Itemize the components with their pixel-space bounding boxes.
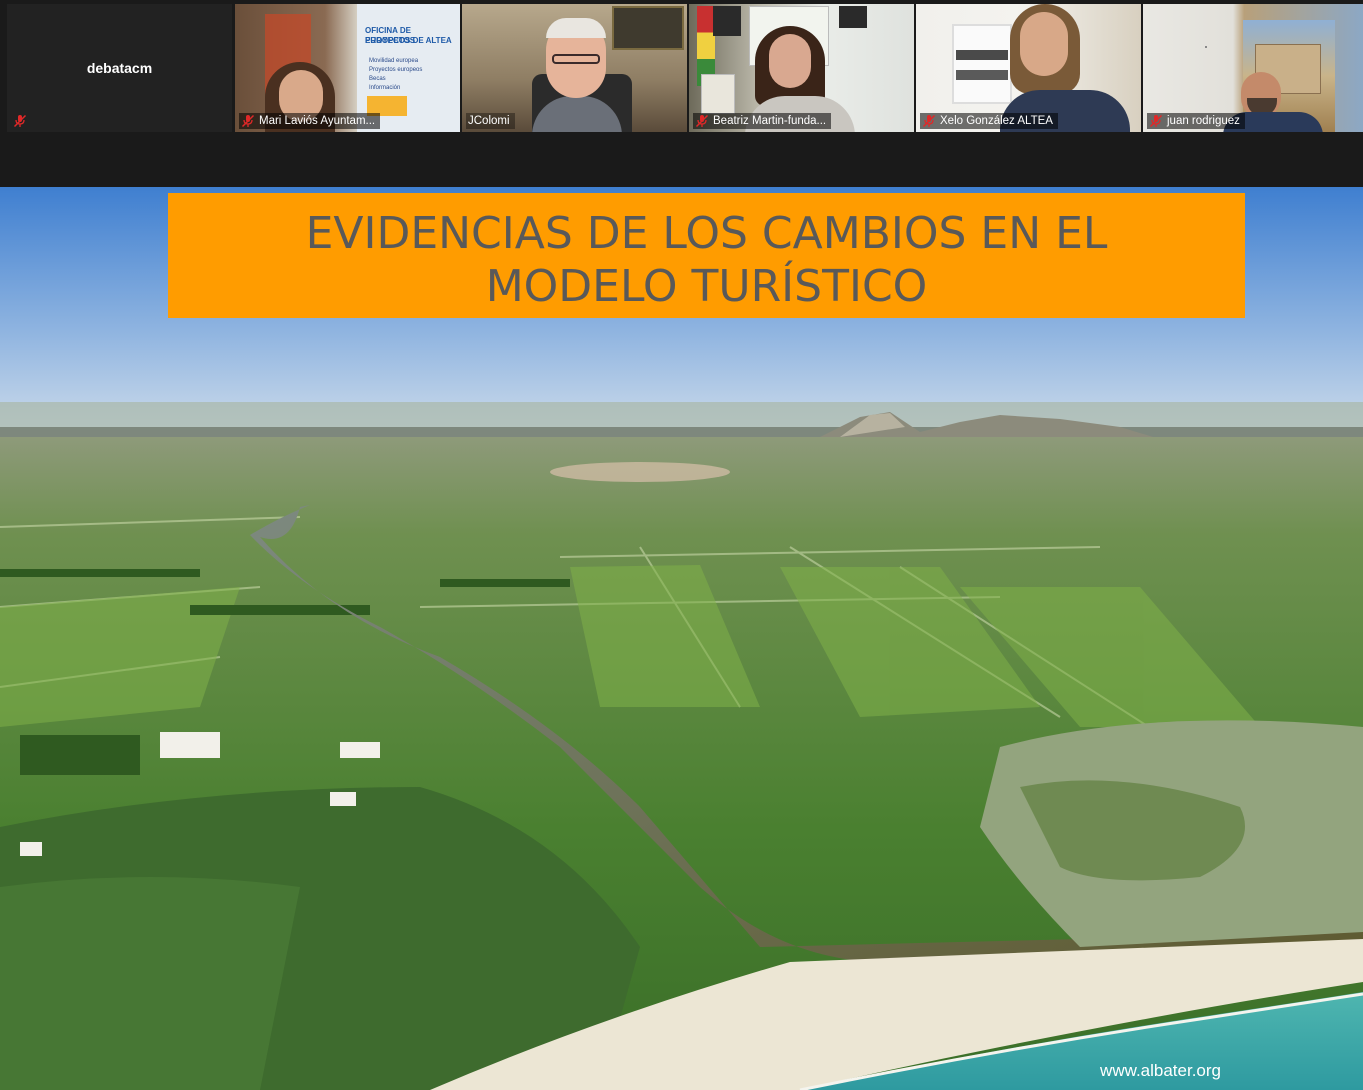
bookshelf	[952, 24, 1012, 104]
person-hair	[546, 18, 606, 38]
slide-title: EVIDENCIAS DE LOS CAMBIOS EN EL MODELO T…	[168, 207, 1245, 313]
aerial-landscape-photo	[0, 187, 1363, 1090]
wall-frame	[839, 6, 867, 28]
participant-strip: debatacm OFICINA DE PROYECTOS EUROPEOS D…	[0, 0, 1363, 186]
person-face	[769, 34, 811, 88]
poster-item: Información	[369, 85, 401, 91]
mic-off-icon	[922, 114, 936, 128]
wall-painting	[612, 6, 684, 50]
person-face	[1020, 12, 1068, 76]
participant-namebar: Xelo González ALTEA	[920, 113, 1058, 129]
poster-line2: EUROPEOS DE ALTEA	[365, 36, 452, 45]
participant-namebar	[11, 113, 32, 129]
mic-off-icon	[241, 114, 255, 128]
slide-title-box: EVIDENCIAS DE LOS CAMBIOS EN EL MODELO T…	[168, 193, 1245, 318]
participant-name: Mari Laviós Ayuntam...	[259, 115, 376, 127]
participant-tile-juan[interactable]: juan rodriguez	[1143, 4, 1363, 132]
mic-off-icon	[13, 114, 27, 128]
participant-namebar: JColomi	[466, 113, 515, 129]
participant-name: juan rodriguez	[1167, 115, 1240, 127]
shelf-binders	[956, 70, 1008, 80]
participant-tile-beatriz[interactable]: Beatriz Martin-funda...	[689, 4, 914, 132]
participant-name-center: debatacm	[86, 60, 153, 76]
wall-notice	[701, 74, 735, 114]
participant-tile-mari[interactable]: OFICINA DE PROYECTOS EUROPEOS DE ALTEA M…	[235, 4, 460, 132]
participant-name: JColomi	[468, 115, 510, 127]
participant-tile-debatacm[interactable]: debatacm	[7, 4, 232, 132]
glasses	[552, 54, 600, 64]
participant-tile-jcolomi[interactable]: JColomi	[462, 4, 687, 132]
photo-credit: www.albater.org	[1100, 1061, 1221, 1080]
wall-frame	[713, 6, 741, 36]
wall-switch	[1205, 46, 1207, 48]
mic-off-icon	[1149, 114, 1163, 128]
participant-tile-xelo[interactable]: Xelo González ALTEA	[916, 4, 1141, 132]
participant-namebar: juan rodriguez	[1147, 113, 1245, 129]
participant-namebar: Mari Laviós Ayuntam...	[239, 113, 381, 129]
slide-title-line2: MODELO TURÍSTICO	[485, 261, 928, 312]
participant-namebar: Beatriz Martin-funda...	[693, 113, 832, 129]
mic-off-icon	[695, 114, 709, 128]
slide-title-line1: EVIDENCIAS DE LOS CAMBIOS EN EL	[305, 208, 1108, 259]
participant-name: Xelo González ALTEA	[940, 115, 1053, 127]
shelf-binders	[956, 50, 1008, 60]
shared-screen-slide: EVIDENCIAS DE LOS CAMBIOS EN EL MODELO T…	[0, 187, 1363, 1090]
participant-name: Beatriz Martin-funda...	[713, 115, 827, 127]
